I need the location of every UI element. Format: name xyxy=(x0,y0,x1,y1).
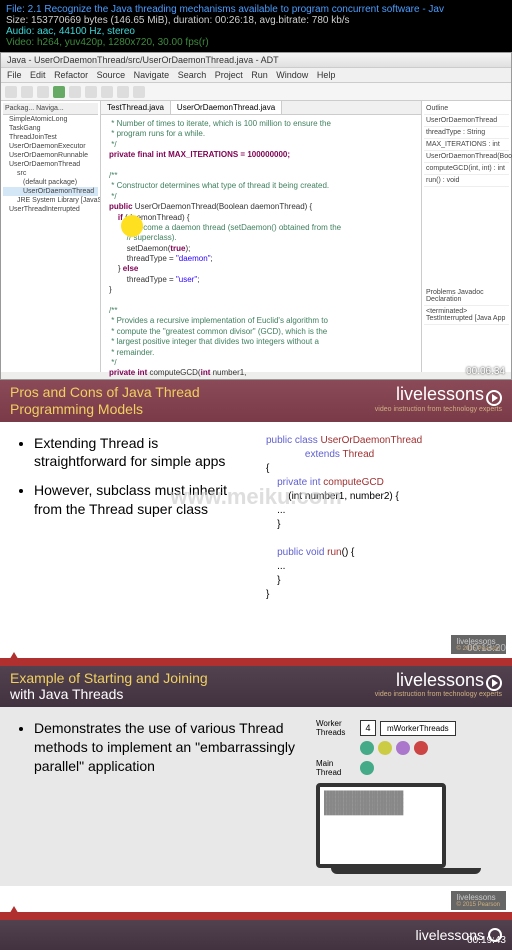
tree-item[interactable]: SimpleAtomicLong xyxy=(3,115,98,124)
slide-2: Example of Starting and Joining with Jav… xyxy=(0,666,512,887)
brand-logo: livelessons video instruction from techn… xyxy=(375,670,502,699)
mini-brand: livelessons© 2015 Pearson xyxy=(451,891,506,910)
thread-icon xyxy=(396,741,410,755)
slide-body: www.meiku.com Extending Thread is straig… xyxy=(0,422,512,614)
thread-icon xyxy=(360,761,374,775)
tree-item-selected[interactable]: UserOrDaemonThread xyxy=(3,187,98,196)
left-tabs[interactable]: Packag... Naviga... xyxy=(3,103,98,115)
count-box: 4 xyxy=(360,720,376,736)
code-editor[interactable]: * Number of times to iterate, which is 1… xyxy=(101,115,421,424)
file-line: File: 2.1 Recognize the Java threading m… xyxy=(6,4,506,15)
slide-title: Example of Starting and Joining with Jav… xyxy=(10,670,208,704)
slide-header: Example of Starting and Joining with Jav… xyxy=(0,666,512,708)
brand-logo: livelessons video instruction from techn… xyxy=(375,384,502,413)
menu-window[interactable]: Window xyxy=(276,70,308,80)
thread-icon xyxy=(360,741,374,755)
outline-item[interactable]: threadType : String xyxy=(424,127,509,139)
run-icon[interactable] xyxy=(53,86,65,98)
code-sample: public class UserOrDaemonThread extends … xyxy=(266,434,496,602)
menu-help[interactable]: Help xyxy=(317,70,336,80)
toolbar-icon[interactable] xyxy=(37,86,49,98)
triangle-icon xyxy=(8,652,20,662)
bullet-list: Demonstrates the use of various Thread m… xyxy=(16,719,296,874)
play-icon xyxy=(486,390,502,406)
editor-tab[interactable]: TestThread.java xyxy=(101,101,171,114)
watermark: www.meiku.com xyxy=(170,484,342,510)
toolbar-icon[interactable] xyxy=(133,86,145,98)
outline-item[interactable]: MAX_ITERATIONS : int xyxy=(424,139,509,151)
outline-item[interactable]: run() : void xyxy=(424,175,509,187)
toolbar-icon[interactable] xyxy=(117,86,129,98)
menu-project[interactable]: Project xyxy=(215,70,243,80)
gap: livelessons© 2015 Pearson 00:13:20 xyxy=(0,614,512,658)
red-divider xyxy=(0,912,512,920)
menu-search[interactable]: Search xyxy=(178,70,207,80)
menu-bar[interactable]: File Edit Refactor Source Navigate Searc… xyxy=(1,68,511,83)
tree-item[interactable]: UserThreadInterrupted xyxy=(3,205,98,214)
menu-source[interactable]: Source xyxy=(97,70,126,80)
tree-item[interactable]: UserOrDaemonThread xyxy=(3,160,98,169)
outline-title: Outline xyxy=(424,103,509,115)
laptop-base xyxy=(331,868,481,874)
slide-body: Demonstrates the use of various Thread m… xyxy=(0,707,512,886)
console-text: <terminated> TestInterrupted [Java App xyxy=(424,306,509,325)
editor-tabs[interactable]: TestThread.java UserOrDaemonThread.java xyxy=(101,101,421,115)
menu-edit[interactable]: Edit xyxy=(30,70,46,80)
package-explorer[interactable]: Packag... Naviga... SimpleAtomicLong Tas… xyxy=(1,101,101,372)
outline-item[interactable]: computeGCD(int, int) : int xyxy=(424,163,509,175)
menu-refactor[interactable]: Refactor xyxy=(54,70,88,80)
toolbar-icon[interactable] xyxy=(69,86,81,98)
red-divider xyxy=(0,658,512,666)
toolbar-icon[interactable] xyxy=(85,86,97,98)
main-label: Main Thread xyxy=(316,759,356,777)
toolbar[interactable] xyxy=(1,83,511,101)
tree-item[interactable]: src xyxy=(3,169,98,178)
laptop-icon: ████████████████████████████████████████… xyxy=(316,783,446,868)
bullet-list: Extending Thread is straightforward for … xyxy=(16,434,246,602)
slide-header: Pros and Cons of Java Thread Programming… xyxy=(0,380,512,422)
gap: livelessons© 2015 Pearson xyxy=(0,886,512,912)
toolbar-icon[interactable] xyxy=(21,86,33,98)
tree-item[interactable]: UserOrDaemonExecutor xyxy=(3,142,98,151)
worker-label: Worker Threads xyxy=(316,719,356,737)
tree-item[interactable]: (default package) xyxy=(3,178,98,187)
size-line: Size: 153770669 bytes (146.65 MiB), dura… xyxy=(6,15,506,26)
outline-item[interactable]: UserOrDaemonThread xyxy=(424,115,509,127)
triangle-icon xyxy=(8,906,20,916)
tree-item[interactable]: JRE System Library [JavaSE-1 xyxy=(3,196,98,205)
thread-icon xyxy=(414,741,428,755)
cursor-highlight xyxy=(121,215,143,237)
video-line: Video: h264, yuv420p, 1280x720, 30.00 fp… xyxy=(6,37,506,48)
thread-icon xyxy=(378,741,392,755)
bullet-item: Extending Thread is straightforward for … xyxy=(34,434,246,472)
timestamp: 00:13:20 xyxy=(467,643,506,654)
toolbar-icon[interactable] xyxy=(101,86,113,98)
timestamp: 00:19:43 xyxy=(467,935,506,946)
timestamp: 00:06:34 xyxy=(466,366,505,377)
array-label: mWorkerThreads xyxy=(380,721,456,736)
tree-item[interactable]: ThreadJoinTest xyxy=(3,133,98,142)
outline-item[interactable]: UserOrDaemonThread(Bool xyxy=(424,151,509,163)
slide-1: Pros and Cons of Java Thread Programming… xyxy=(0,380,512,614)
slide-title: Pros and Cons of Java Thread Programming… xyxy=(10,384,200,418)
audio-line: Audio: aac, 44100 Hz, stereo xyxy=(6,26,506,37)
editor-area[interactable]: TestThread.java UserOrDaemonThread.java … xyxy=(101,101,421,372)
window-title: Java - UserOrDaemonThread/src/UserOrDaem… xyxy=(1,53,511,68)
toolbar-icon[interactable] xyxy=(5,86,17,98)
terminal-info: File: 2.1 Recognize the Java threading m… xyxy=(0,0,512,52)
tree-item[interactable]: UserOrDaemonRunnable xyxy=(3,151,98,160)
footer: livelessons 00:19:43 xyxy=(0,920,512,950)
bullet-item: Demonstrates the use of various Thread m… xyxy=(34,719,296,776)
tree-item[interactable]: TaskGang xyxy=(3,124,98,133)
thread-diagram: Worker Threads 4 mWorkerThreads Main Thr… xyxy=(316,719,496,874)
ide-window: Java - UserOrDaemonThread/src/UserOrDaem… xyxy=(0,52,512,380)
menu-run[interactable]: Run xyxy=(251,70,268,80)
bottom-tabs[interactable]: Problems Javadoc Declaration xyxy=(424,287,509,306)
play-icon xyxy=(486,675,502,691)
menu-navigate[interactable]: Navigate xyxy=(134,70,170,80)
editor-tab-active[interactable]: UserOrDaemonThread.java xyxy=(171,101,282,114)
outline-panel[interactable]: Outline UserOrDaemonThread threadType : … xyxy=(421,101,511,372)
menu-file[interactable]: File xyxy=(7,70,22,80)
